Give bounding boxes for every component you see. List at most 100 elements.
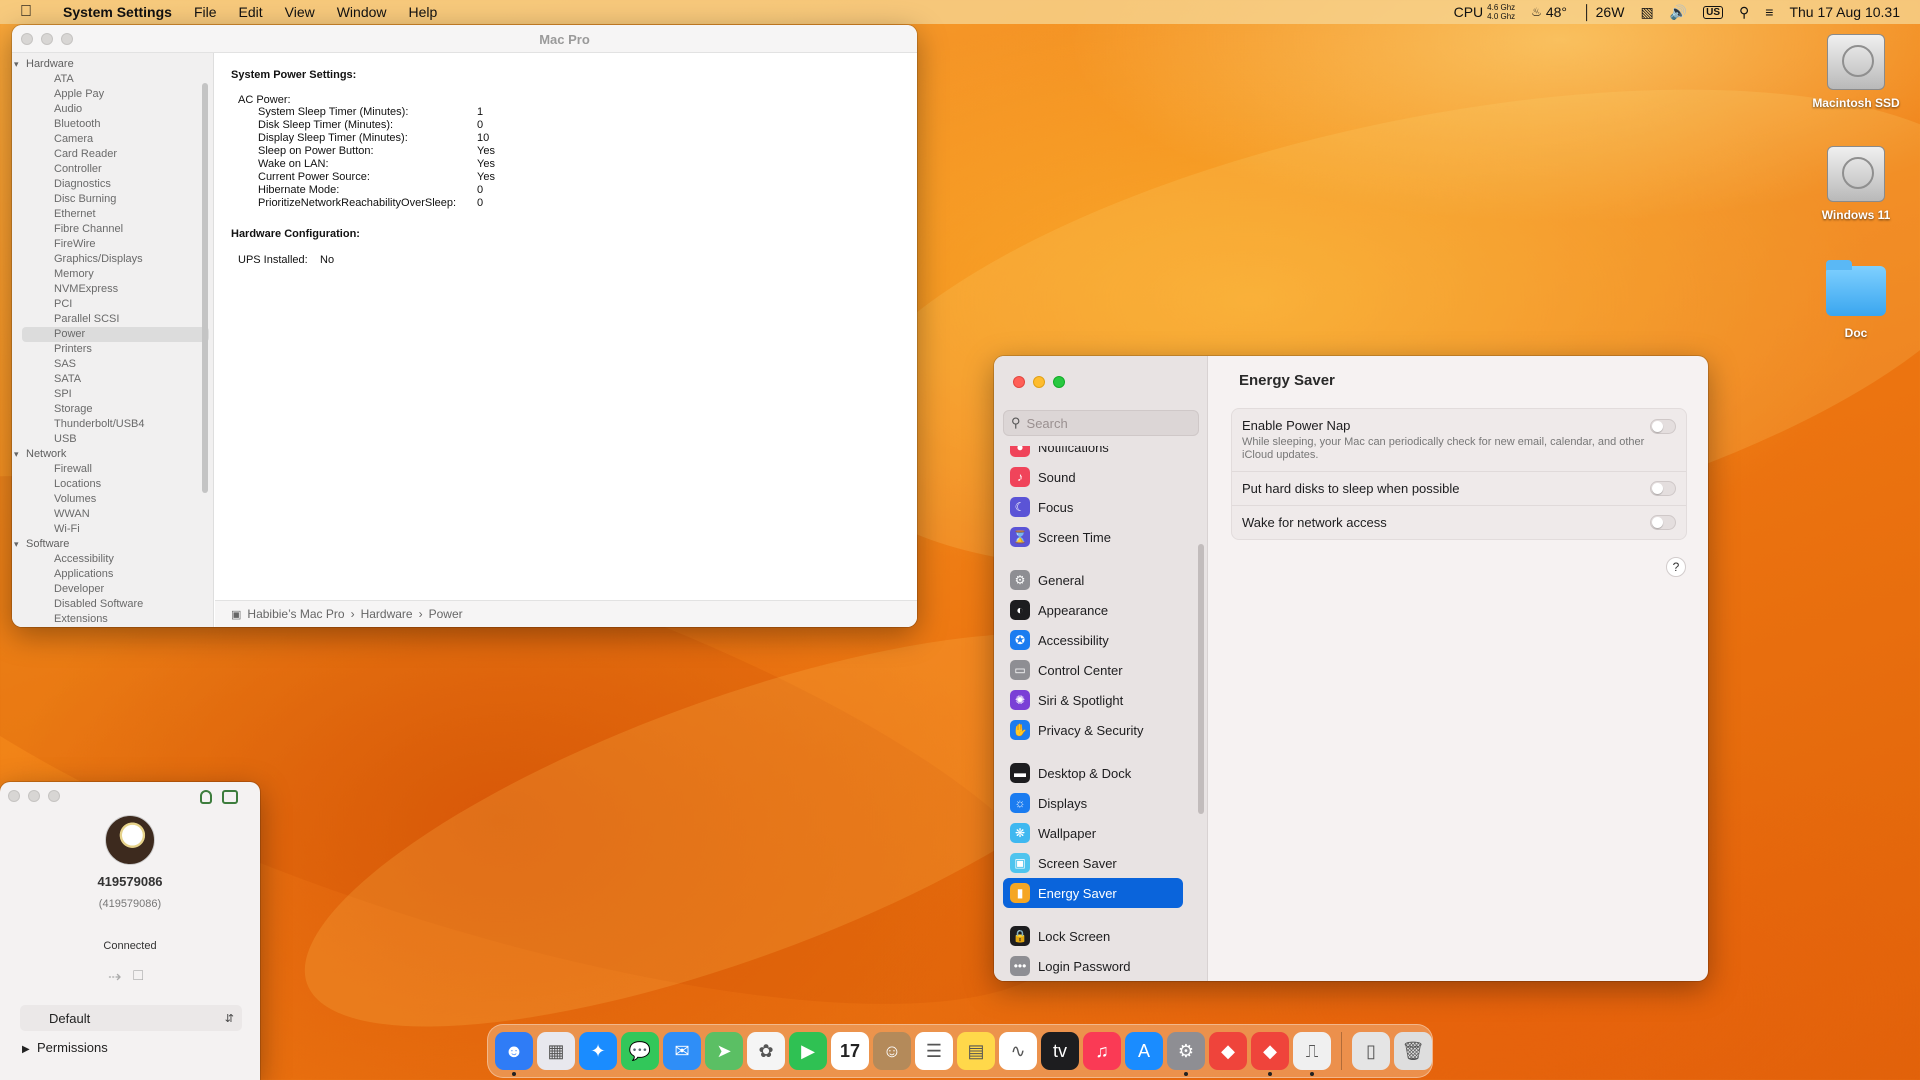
- tree-item[interactable]: ATA: [12, 72, 213, 87]
- system-information-icon[interactable]: ⎍: [1293, 1032, 1331, 1076]
- sidebar-item-login-password[interactable]: ••• Login Password: [1003, 951, 1183, 981]
- search-input[interactable]: ⚲ Search: [1003, 410, 1199, 436]
- anydesk-2-icon[interactable]: ◆: [1251, 1032, 1289, 1076]
- tree-item[interactable]: Printers: [12, 342, 213, 357]
- menu-window[interactable]: Window: [326, 4, 398, 20]
- apple-menu-icon[interactable]: : [0, 3, 52, 21]
- tree-item[interactable]: Audio: [12, 102, 213, 117]
- tree-item[interactable]: Diagnostics: [12, 177, 213, 192]
- tree-item[interactable]: Thunderbolt/USB4: [12, 417, 213, 432]
- tree-item[interactable]: Applications: [12, 567, 213, 582]
- sidebar-item-screen-saver[interactable]: ▣ Screen Saver: [1003, 848, 1183, 878]
- minimize-button[interactable]: [41, 33, 53, 45]
- close-button[interactable]: [1013, 376, 1025, 388]
- clock[interactable]: Thu 17 Aug 10.31: [1781, 4, 1908, 20]
- anydesk-icon[interactable]: ◆: [1209, 1032, 1247, 1070]
- sidebar-item-lock-screen[interactable]: 🔒 Lock Screen: [1003, 921, 1183, 951]
- tree-item[interactable]: USB: [12, 432, 213, 447]
- maps-icon[interactable]: ➤: [705, 1032, 743, 1070]
- calendar-icon[interactable]: 17: [831, 1032, 869, 1070]
- zoom-button[interactable]: [61, 33, 73, 45]
- facetime-icon[interactable]: ▶: [789, 1032, 827, 1070]
- tree-item[interactable]: Firewall: [12, 462, 213, 477]
- tree-item[interactable]: Camera: [12, 132, 213, 147]
- sidebar-item-focus[interactable]: ☾ Focus: [1003, 492, 1183, 522]
- tree-item[interactable]: Accessibility: [12, 552, 213, 567]
- sidebar-item-siri-spotlight[interactable]: ✺ Siri & Spotlight: [1003, 685, 1183, 715]
- reminders-icon[interactable]: ☰: [915, 1032, 953, 1070]
- temperature-status[interactable]: ♨ 48°: [1523, 4, 1575, 20]
- music-icon[interactable]: ♫: [1083, 1032, 1121, 1070]
- system-settings-icon[interactable]: ⚙: [1167, 1032, 1205, 1076]
- tree-item[interactable]: SAS: [12, 357, 213, 372]
- chat-icon[interactable]: □: [133, 967, 143, 987]
- close-button[interactable]: [21, 33, 33, 45]
- toggle-switch[interactable]: [1650, 515, 1676, 530]
- notes-icon[interactable]: ▤: [957, 1032, 995, 1070]
- tree-item[interactable]: Parallel SCSI: [12, 312, 213, 327]
- tree-item[interactable]: Memory: [12, 267, 213, 282]
- tree-item[interactable]: Controller: [12, 162, 213, 177]
- lock-icon[interactable]: [200, 790, 212, 804]
- tree-item[interactable]: Disabled Software: [12, 597, 213, 612]
- tree-item[interactable]: Card Reader: [12, 147, 213, 162]
- tree-group-hardware[interactable]: ▾ Hardware: [12, 57, 213, 72]
- safari-icon[interactable]: ✦: [579, 1032, 617, 1070]
- tree-item[interactable]: Apple Pay: [12, 87, 213, 102]
- sidebar-item-notifications[interactable]: ● Notifications: [1003, 446, 1183, 462]
- tree-item[interactable]: Bluetooth: [12, 117, 213, 132]
- sidebar-item-displays[interactable]: ☼ Displays: [1003, 788, 1183, 818]
- disclosure-triangle-icon[interactable]: ▾: [14, 57, 19, 72]
- desktop-icon-macintosh-ssd[interactable]: Macintosh SSD: [1796, 34, 1916, 110]
- mail-icon[interactable]: ✉: [663, 1032, 701, 1070]
- tree-item[interactable]: Developer: [12, 582, 213, 597]
- tree-item[interactable]: NVMExpress: [12, 282, 213, 297]
- tree-item[interactable]: Power: [22, 327, 209, 342]
- tree-item[interactable]: Disc Burning: [12, 192, 213, 207]
- path-hardware[interactable]: Hardware: [361, 607, 413, 621]
- sidebar-item-energy-saver[interactable]: ▮ Energy Saver: [1003, 878, 1183, 908]
- cpu-status[interactable]: CPU 4.6 Ghz 4.0 Ghz: [1446, 3, 1524, 21]
- freeform-icon[interactable]: ∿: [999, 1032, 1037, 1070]
- sidebar-item-desktop-dock[interactable]: ▬ Desktop & Dock: [1003, 758, 1183, 788]
- spotlight-search-icon[interactable]: ⚲: [1731, 4, 1757, 21]
- documents-icon[interactable]: ▯: [1352, 1032, 1390, 1070]
- contacts-icon[interactable]: ☺: [873, 1032, 911, 1070]
- sidebar-item-screen-time[interactable]: ⌛ Screen Time: [1003, 522, 1183, 552]
- sidebar-item-sound[interactable]: ♪ Sound: [1003, 462, 1183, 492]
- tree-item[interactable]: Extensions: [12, 612, 213, 627]
- messages-icon[interactable]: 💬: [621, 1032, 659, 1070]
- path-computer[interactable]: Habibie’s Mac Pro: [247, 607, 344, 621]
- photos-icon[interactable]: ✿: [747, 1032, 785, 1070]
- menu-edit[interactable]: Edit: [228, 4, 274, 20]
- file-transfer-icon[interactable]: ⇢: [108, 967, 121, 987]
- tree-item[interactable]: WWAN: [12, 507, 213, 522]
- sidebar-item-appearance[interactable]: ◐ Appearance: [1003, 595, 1183, 625]
- sidebar-item-accessibility[interactable]: ✪ Accessibility: [1003, 625, 1183, 655]
- tree-item[interactable]: Volumes: [12, 492, 213, 507]
- minimize-button[interactable]: [1033, 376, 1045, 388]
- tree-item[interactable]: SATA: [12, 372, 213, 387]
- zoom-button[interactable]: [1053, 376, 1065, 388]
- toggle-switch[interactable]: [1650, 419, 1676, 434]
- keyboard-input-icon[interactable]: US: [1695, 5, 1731, 19]
- menu-help[interactable]: Help: [398, 4, 449, 20]
- control-center-icon[interactable]: ≡: [1757, 4, 1781, 20]
- tree-item[interactable]: Ethernet: [12, 207, 213, 222]
- tree-group-software[interactable]: ▾ Software: [12, 537, 213, 552]
- launchpad-icon[interactable]: ▦: [537, 1032, 575, 1070]
- tree-item[interactable]: FireWire: [12, 237, 213, 252]
- menu-app-name[interactable]: System Settings: [52, 4, 183, 20]
- sidebar-item-privacy-security[interactable]: ✋ Privacy & Security: [1003, 715, 1183, 745]
- finder-icon[interactable]: ☻: [495, 1032, 533, 1076]
- tree-item[interactable]: PCI: [12, 297, 213, 312]
- sidebar-item-wallpaper[interactable]: ❋ Wallpaper: [1003, 818, 1183, 848]
- minimize-button[interactable]: [28, 790, 40, 802]
- zoom-button[interactable]: [48, 790, 60, 802]
- desktop-icon-windows-11[interactable]: Windows 11: [1796, 146, 1916, 222]
- appstore-icon[interactable]: A: [1125, 1032, 1163, 1070]
- sidebar-scrollbar[interactable]: [202, 83, 208, 493]
- screen-icon[interactable]: [222, 790, 238, 804]
- sidebar-item-general[interactable]: ⚙ General: [1003, 565, 1183, 595]
- permissions-disclosure[interactable]: ▶ Permissions: [22, 1040, 108, 1055]
